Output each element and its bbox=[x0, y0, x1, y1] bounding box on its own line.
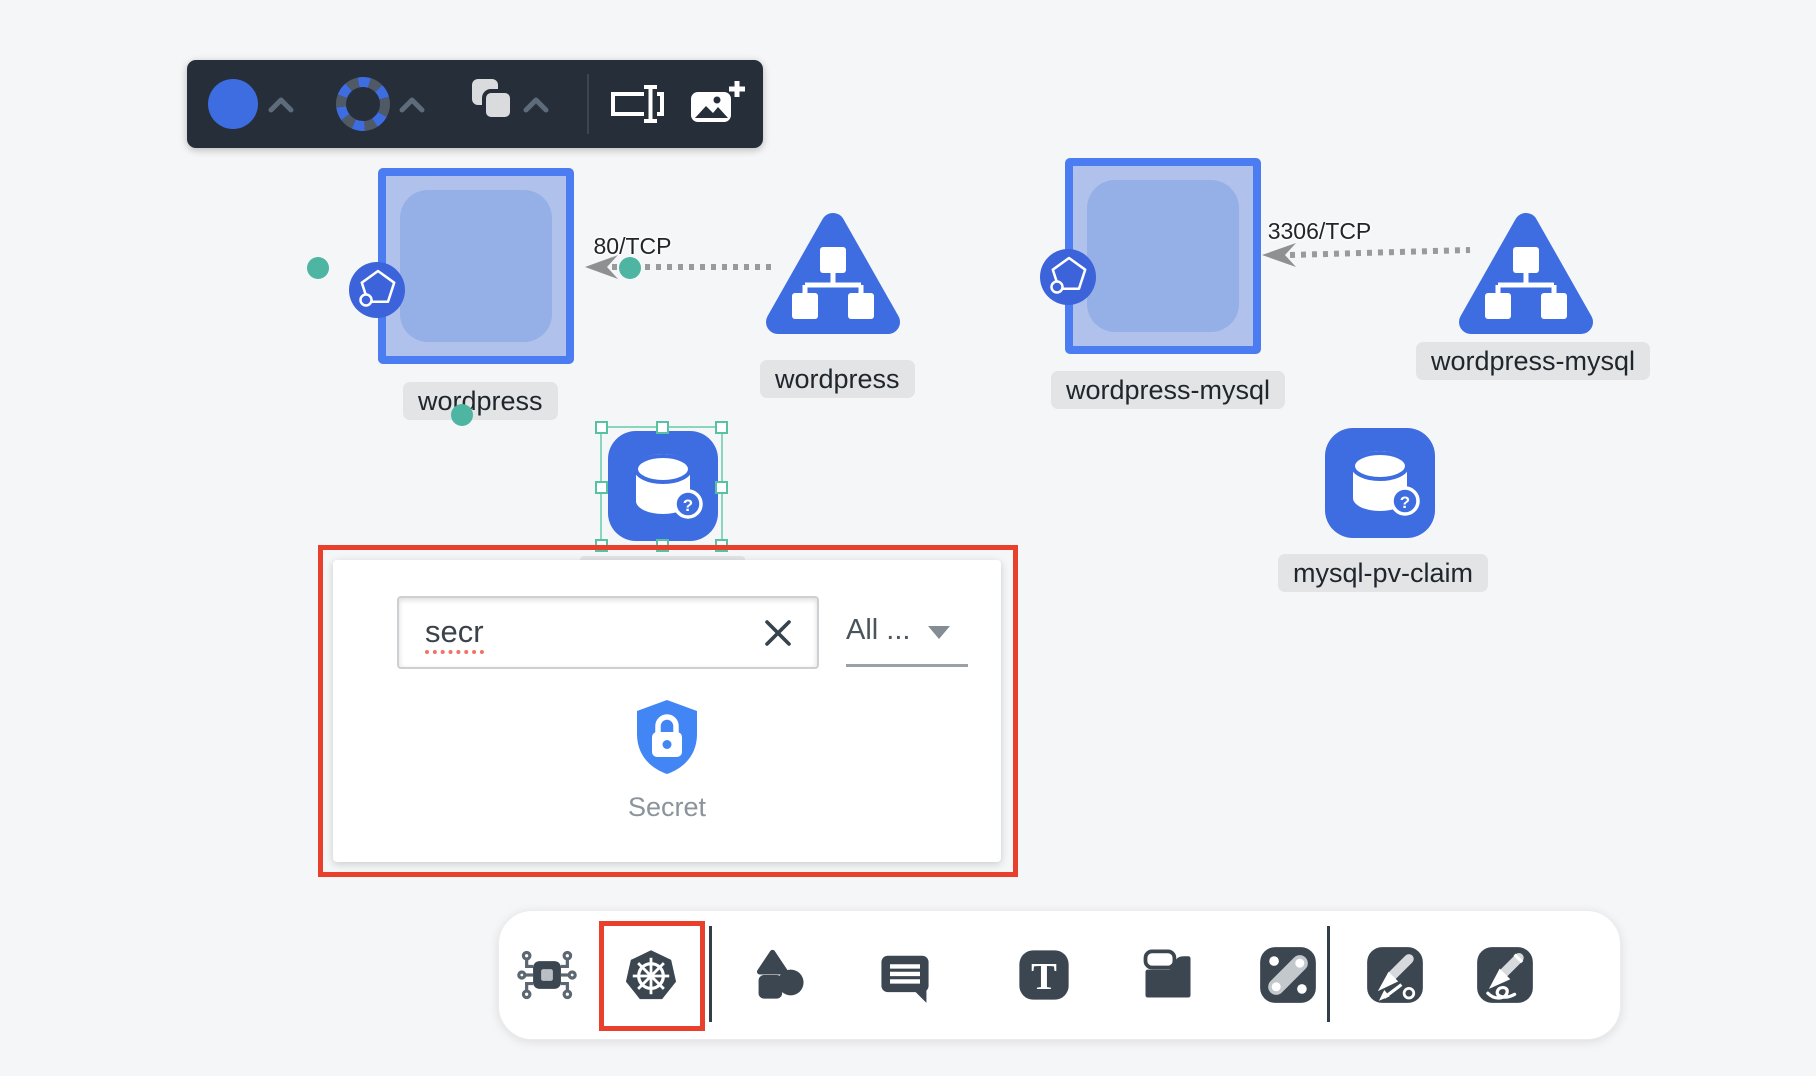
resource-palette-popup: secr All ... Secret bbox=[333, 560, 1001, 862]
connector-icon bbox=[1260, 947, 1316, 1003]
shapes-tool-button[interactable] bbox=[750, 945, 810, 1005]
secret-shield-icon bbox=[631, 698, 703, 776]
type-filter-select[interactable]: All ... bbox=[846, 614, 910, 647]
stroke-style-icon bbox=[333, 74, 393, 134]
connector-tool-button[interactable] bbox=[1258, 945, 1318, 1005]
pvc-database-icon: ? bbox=[1325, 428, 1435, 538]
comment-tool-button[interactable] bbox=[875, 945, 935, 1005]
circuit-diagram-tool-button[interactable] bbox=[517, 945, 577, 1005]
text-tool-button[interactable]: T bbox=[1014, 945, 1074, 1005]
connection-handle[interactable] bbox=[307, 257, 329, 279]
canvas[interactable]: 80/TCP wordpress wordpress 3306/TCP word bbox=[0, 0, 1816, 1076]
resize-handle-nw[interactable] bbox=[595, 421, 608, 434]
circuit-diagram-icon bbox=[519, 953, 575, 998]
result-label: Secret bbox=[617, 792, 717, 823]
node-wordpress-service[interactable] bbox=[763, 205, 903, 345]
freehand-pencil-tool-button[interactable] bbox=[1475, 945, 1535, 1005]
resize-handle-w[interactable] bbox=[595, 481, 608, 494]
edge-label: 80/TCP bbox=[585, 233, 680, 260]
fill-color-button[interactable] bbox=[208, 79, 258, 129]
result-item-secret[interactable]: Secret bbox=[617, 690, 717, 840]
chevron-up-icon[interactable] bbox=[523, 97, 549, 113]
node-label-wordpress-deployment[interactable]: wordpress bbox=[403, 382, 558, 420]
selection-box bbox=[600, 426, 723, 547]
resize-handle-e[interactable] bbox=[715, 481, 728, 494]
toolbar-divider bbox=[709, 926, 712, 1022]
node-label-wordpress-service[interactable]: wordpress bbox=[760, 360, 915, 398]
text-icon: T bbox=[1019, 950, 1068, 999]
freehand-pencil-icon bbox=[1477, 947, 1533, 1003]
add-image-icon bbox=[685, 76, 749, 132]
node-wordpress-deployment[interactable] bbox=[378, 168, 574, 364]
search-input-value: secr bbox=[425, 614, 484, 650]
node-label-wordpress-mysql-service[interactable]: wordpress-mysql bbox=[1416, 342, 1650, 380]
kubernetes-tool-button[interactable] bbox=[621, 946, 681, 1006]
connection-handle[interactable] bbox=[451, 404, 473, 426]
deployment-inner-shape bbox=[1087, 180, 1239, 332]
resource-search-input[interactable]: secr bbox=[397, 596, 819, 669]
connection-handle[interactable] bbox=[619, 257, 641, 279]
frame-tool-button[interactable] bbox=[1138, 945, 1198, 1005]
edge-label: 3306/TCP bbox=[1262, 218, 1377, 245]
pod-badge-icon bbox=[349, 262, 405, 318]
duplicate-style-button[interactable] bbox=[468, 77, 522, 131]
node-wordpress-mysql-service[interactable] bbox=[1456, 205, 1596, 345]
node-label-wordpress-mysql-deployment[interactable]: wordpress-mysql bbox=[1051, 371, 1285, 409]
add-image-button[interactable] bbox=[685, 76, 749, 132]
pen-connection-icon bbox=[1367, 947, 1423, 1003]
select-underline bbox=[846, 664, 968, 667]
resize-handle-ne[interactable] bbox=[715, 421, 728, 434]
pen-connection-tool-button[interactable] bbox=[1365, 945, 1425, 1005]
frame-icon bbox=[1146, 951, 1189, 995]
toolbar-divider bbox=[587, 74, 589, 134]
resize-handle-n[interactable] bbox=[656, 421, 669, 434]
rename-button[interactable] bbox=[604, 80, 668, 128]
style-toolbar bbox=[187, 60, 763, 148]
service-triangle-icon bbox=[1456, 205, 1596, 345]
svg-text:?: ? bbox=[1400, 493, 1410, 512]
service-triangle-icon bbox=[763, 205, 903, 345]
clear-search-button[interactable] bbox=[761, 616, 795, 650]
svg-text:T: T bbox=[1031, 956, 1057, 998]
node-mysql-pv-claim[interactable]: ? bbox=[1325, 428, 1435, 538]
duplicate-style-icon bbox=[468, 77, 522, 131]
chevron-up-icon[interactable] bbox=[268, 97, 294, 113]
kubernetes-icon bbox=[626, 950, 676, 999]
chevron-up-icon[interactable] bbox=[399, 97, 425, 113]
chevron-down-icon[interactable] bbox=[928, 626, 950, 639]
toolbar-divider bbox=[1327, 926, 1330, 1022]
node-label-mysql-pv-claim[interactable]: mysql-pv-claim bbox=[1278, 554, 1488, 592]
comment-icon bbox=[881, 956, 928, 1003]
stroke-style-button[interactable] bbox=[333, 74, 393, 134]
rename-icon bbox=[604, 80, 668, 128]
pod-badge-icon bbox=[1040, 249, 1096, 305]
deployment-inner-shape bbox=[400, 190, 552, 342]
shapes-icon bbox=[759, 953, 804, 999]
